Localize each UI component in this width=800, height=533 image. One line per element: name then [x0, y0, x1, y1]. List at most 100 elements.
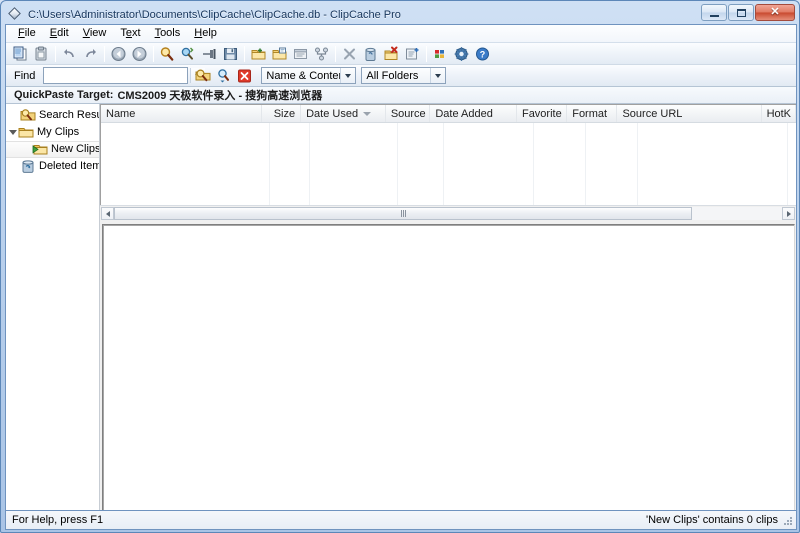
new-clips-folder-icon [32, 142, 48, 157]
title-bar[interactable]: C:\Users\Administrator\Documents\ClipCac… [5, 4, 795, 24]
forward-icon[interactable] [129, 44, 150, 64]
column-header-favorite[interactable]: Favorite [517, 105, 568, 122]
column-header-format[interactable]: Format [567, 105, 618, 122]
window-title: C:\Users\Administrator\Documents\ClipCac… [28, 8, 401, 21]
search-input[interactable] [44, 69, 191, 82]
options-icon[interactable] [451, 44, 472, 64]
column-header-name[interactable]: Name [101, 105, 263, 122]
sidebar-item-new-clips[interactable]: New Clips [6, 141, 99, 158]
grid-icon[interactable] [430, 44, 451, 64]
main-toolbar: ? [6, 43, 796, 65]
minimize-icon [709, 14, 719, 17]
column-header-source-url[interactable]: Source URL [617, 105, 762, 122]
menu-text[interactable]: Text [113, 26, 147, 41]
scope-chevron-down-icon[interactable] [340, 68, 356, 83]
find-bar: Find Name & Content All Folders [6, 65, 796, 87]
folders-chevron-down-icon[interactable] [430, 68, 446, 83]
toolbar-separator-3 [153, 45, 154, 62]
clip-list-body[interactable] [101, 123, 796, 205]
sidebar-item-label: My Clips [37, 126, 80, 138]
find-now-icon[interactable] [192, 66, 213, 86]
sort-descending-icon [363, 111, 372, 116]
close-button[interactable]: ✕ [755, 4, 795, 21]
toolbar-separator-5 [335, 45, 336, 62]
pin-icon[interactable] [199, 44, 220, 64]
menu-tools[interactable]: Tools [148, 26, 188, 41]
redo-icon[interactable] [80, 44, 101, 64]
sidebar-item-label: New Clips [51, 143, 99, 155]
folder-scope-dropdown[interactable]: All Folders [361, 67, 447, 84]
delete-icon[interactable] [339, 44, 360, 64]
clip-list-horizontal-scrollbar[interactable] [100, 205, 796, 221]
folder-icon [18, 125, 34, 140]
client-area: File Edit View Text Tools Help ? Find Na… [5, 24, 797, 530]
find-icon[interactable] [157, 44, 178, 64]
clip-list-header: Name Size Date Used Source Date Added Fa… [101, 105, 796, 123]
clip-list-pane: Name Size Date Used Source Date Added Fa… [100, 104, 796, 205]
clip-preview-pane[interactable] [102, 224, 795, 528]
list-scroll-track[interactable] [114, 207, 782, 220]
application-window: C:\Users\Administrator\Documents\ClipCac… [0, 0, 800, 533]
menu-view[interactable]: View [76, 26, 114, 41]
column-header-hotkey[interactable]: HotK [762, 105, 796, 122]
sidebar-item-label: Search Results [39, 109, 99, 121]
properties-icon[interactable] [290, 44, 311, 64]
undo-icon[interactable] [59, 44, 80, 64]
search-scope-dropdown[interactable]: Name & Content [261, 67, 357, 84]
maximize-icon [736, 8, 746, 17]
delete-clip-icon[interactable] [381, 44, 402, 64]
window-controls: ✕ [701, 4, 795, 21]
toolbar-separator-2 [104, 45, 105, 62]
column-header-date-added[interactable]: Date Added [430, 105, 517, 122]
back-icon[interactable] [108, 44, 129, 64]
minimize-button[interactable] [701, 4, 727, 21]
folder-tree-panel: Search Results My Clips [6, 104, 100, 530]
menu-file[interactable]: File [11, 26, 43, 41]
sidebar-item-deleted-items[interactable]: Deleted Items [6, 158, 99, 175]
right-panes: Name Size Date Used Source Date Added Fa… [100, 104, 796, 530]
status-help-text: For Help, press F1 [12, 514, 104, 526]
folder-tree: Search Results My Clips [6, 104, 99, 514]
resize-grip-icon[interactable] [782, 515, 794, 527]
quickpaste-bar: QuickPaste Target: CMS2009 天极软件录入 - 搜狗高速… [6, 87, 796, 104]
column-header-source[interactable]: Source [386, 105, 431, 122]
status-bar: For Help, press F1 'New Clips' contains … [5, 510, 797, 530]
toolbar-separator-4 [244, 45, 245, 62]
list-scroll-right-icon[interactable] [782, 207, 795, 220]
find-next-icon[interactable] [213, 66, 234, 86]
save-icon[interactable] [220, 44, 241, 64]
sidebar-item-label: Deleted Items [39, 160, 99, 172]
sidebar-item-search-results[interactable]: Search Results [6, 107, 99, 124]
search-scope-value: Name & Content [266, 69, 341, 82]
sidebar-item-my-clips[interactable]: My Clips [6, 124, 99, 141]
find-input-combo[interactable] [43, 67, 206, 84]
close-icon: ✕ [770, 6, 780, 18]
help-icon[interactable]: ? [472, 44, 493, 64]
status-clip-count: 'New Clips' contains 0 clips [646, 514, 778, 526]
column-header-date-used[interactable]: Date Used [301, 105, 386, 122]
main-split: Search Results My Clips [6, 104, 796, 530]
list-scroll-left-icon[interactable] [101, 207, 114, 220]
toolbar-separator-6 [426, 45, 427, 62]
merge-icon[interactable] [311, 44, 332, 64]
menu-edit[interactable]: Edit [43, 26, 76, 41]
new-folder-icon[interactable] [248, 44, 269, 64]
list-scroll-thumb[interactable] [114, 207, 692, 220]
find-label: Find [14, 69, 36, 82]
clear-search-icon[interactable] [234, 66, 255, 86]
new-clip-icon[interactable] [269, 44, 290, 64]
copy-icon[interactable] [10, 44, 31, 64]
deleted-items-icon [20, 159, 36, 174]
quickpaste-target: CMS2009 天极软件录入 - 搜狗高速浏览器 [117, 90, 323, 102]
column-header-size[interactable]: Size [262, 105, 302, 122]
app-icon [8, 6, 23, 22]
find-replace-icon[interactable] [178, 44, 199, 64]
search-results-icon [20, 108, 36, 123]
paste-icon[interactable] [31, 44, 52, 64]
expand-collapse-icon[interactable] [8, 128, 17, 137]
menu-bar: File Edit View Text Tools Help [6, 25, 796, 43]
menu-help[interactable]: Help [187, 26, 224, 41]
maximize-button[interactable] [728, 4, 754, 21]
recycle-icon[interactable] [360, 44, 381, 64]
add-clip-icon[interactable] [402, 44, 423, 64]
